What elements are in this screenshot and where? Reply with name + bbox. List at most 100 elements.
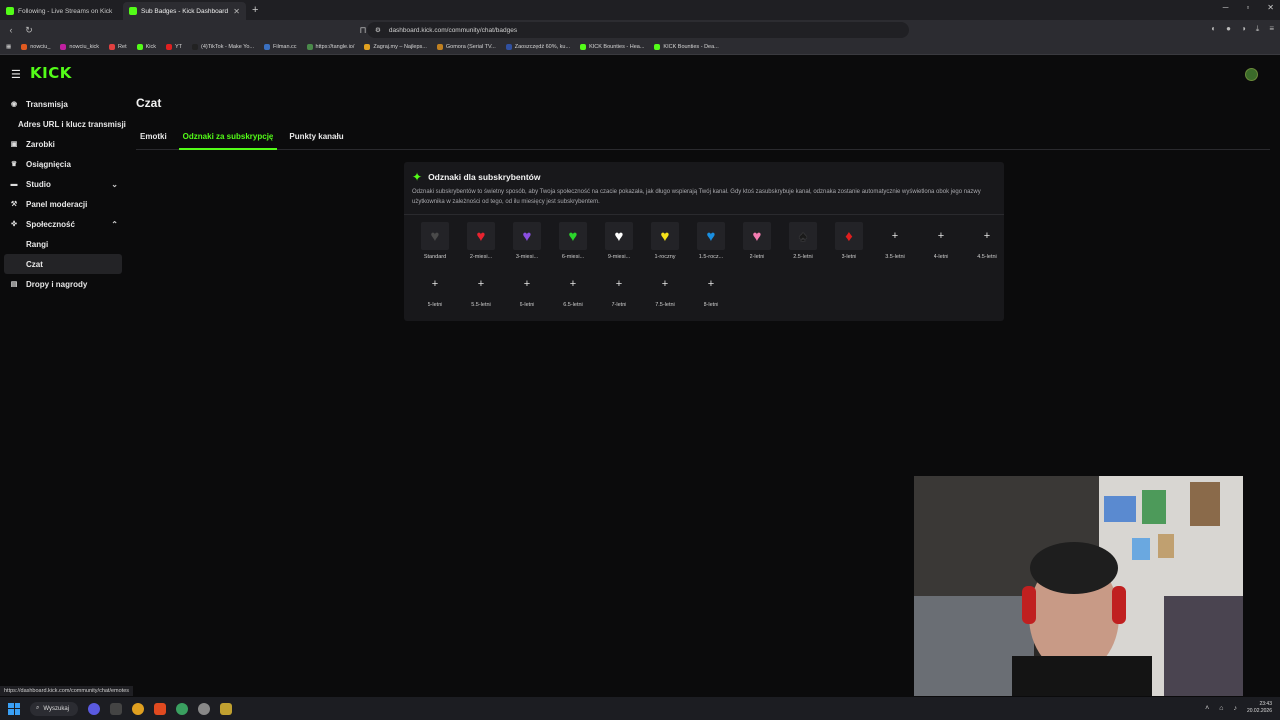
browser-tab-sub-badges[interactable]: Sub Badges - Kick Dashboard ✕ bbox=[123, 2, 246, 20]
bookmark-item[interactable]: nowciu_ bbox=[21, 44, 50, 50]
badge-slot[interactable]: +4.5-letni bbox=[964, 222, 1010, 260]
file-explorer-icon[interactable] bbox=[110, 702, 122, 715]
sidebar-item-panel[interactable]: ⚒ Panel moderacji bbox=[0, 194, 130, 214]
bookmark-item[interactable]: KICK Bounties - Hea... bbox=[580, 44, 644, 50]
bookmark-item[interactable]: Zagraj.my – Najleps... bbox=[364, 44, 427, 50]
badge-slot[interactable]: +4-letni bbox=[918, 222, 964, 260]
reload-icon[interactable]: ↻ bbox=[22, 25, 36, 36]
minimize-icon[interactable]: ─ bbox=[1223, 3, 1229, 12]
back-icon[interactable]: ‹ bbox=[4, 25, 18, 35]
extension-icon[interactable]: ● bbox=[1226, 24, 1231, 34]
bookmark-item[interactable]: (4)TikTok - Make Yo... bbox=[192, 44, 254, 50]
badge-icon[interactable]: ♠ bbox=[789, 222, 817, 250]
discord-icon[interactable] bbox=[88, 702, 100, 715]
taskbar-search[interactable]: ⌕ Wyszukaj bbox=[30, 701, 78, 716]
sidebar-item-studio[interactable]: ▬ Studio ⌄ bbox=[0, 174, 130, 194]
sidebar-item-rangi[interactable]: Rangi bbox=[0, 234, 130, 254]
browser-tab-following[interactable]: Following - Live Streams on Kick bbox=[0, 2, 123, 20]
bookmark-item[interactable]: https://tangle.io/ bbox=[306, 44, 354, 50]
badge-slot[interactable]: ♥ 9-miesi... bbox=[596, 222, 642, 260]
add-badge-icon[interactable]: + bbox=[513, 270, 541, 298]
apps-grid-icon[interactable]: ▦ bbox=[6, 44, 11, 50]
bookmark-item[interactable]: Gomora (Serial TV... bbox=[436, 44, 496, 50]
add-badge-icon[interactable]: + bbox=[973, 222, 1001, 250]
add-badge-icon[interactable]: + bbox=[605, 270, 633, 298]
tab-odznaki[interactable]: Odznaki za subskrypcję bbox=[178, 132, 278, 150]
sidebar-item-spoecznosc[interactable]: ✜ Społeczność ⌃ bbox=[0, 214, 130, 234]
bookmark-item[interactable]: Filman.cc bbox=[264, 44, 297, 50]
tab-emotki[interactable]: Emotki bbox=[136, 132, 171, 150]
app-icon[interactable] bbox=[176, 702, 188, 715]
bookmark-item[interactable]: nowciu_kick bbox=[60, 44, 99, 50]
add-badge-icon[interactable]: + bbox=[697, 270, 725, 298]
site-info-icon[interactable]: ⚙ bbox=[375, 26, 381, 34]
restore-icon[interactable]: ▫ bbox=[1246, 3, 1249, 12]
badge-icon[interactable]: ♦ bbox=[835, 222, 863, 250]
close-tab-icon[interactable]: ✕ bbox=[233, 7, 240, 16]
download-icon[interactable]: ⤓ bbox=[1256, 24, 1260, 34]
add-badge-icon[interactable]: + bbox=[559, 270, 587, 298]
sidebar-item-zarobki[interactable]: ▣ Zarobki bbox=[0, 134, 130, 154]
avatar[interactable] bbox=[1245, 68, 1258, 81]
badge-slot[interactable]: ♦ 3-letni bbox=[826, 222, 872, 260]
badge-slot[interactable]: +7-letni bbox=[596, 270, 642, 308]
chevron-up-icon[interactable]: ⌃ bbox=[111, 220, 118, 229]
app-icon[interactable] bbox=[198, 702, 210, 715]
badge-icon[interactable]: ♥ bbox=[421, 222, 449, 250]
badge-slot[interactable]: ♥ Standard bbox=[412, 222, 458, 260]
add-badge-icon[interactable]: + bbox=[467, 270, 495, 298]
add-badge-icon[interactable]: + bbox=[421, 270, 449, 298]
brave-icon[interactable] bbox=[154, 702, 166, 715]
badge-slot[interactable]: +8-letni bbox=[688, 270, 734, 308]
bookmark-item[interactable]: KICK Bounties - Dea... bbox=[654, 44, 719, 50]
chevron-down-icon[interactable]: ⌄ bbox=[111, 180, 118, 189]
badge-slot[interactable]: +3.5-letni bbox=[872, 222, 918, 260]
volume-icon[interactable]: ♪ bbox=[1233, 705, 1237, 712]
hamburger-menu-icon[interactable]: ☰ bbox=[11, 68, 21, 81]
badge-slot[interactable]: +5-letni bbox=[412, 270, 458, 308]
badge-slot[interactable]: ♥ 6-miesi... bbox=[550, 222, 596, 260]
sidebar-item-czat[interactable]: Czat bbox=[4, 254, 122, 274]
bookmark-item[interactable]: Zaoszczędź 60%, ku... bbox=[505, 44, 570, 50]
badge-slot[interactable]: ♥ 1.5-rocz... bbox=[688, 222, 734, 260]
badge-icon[interactable]: ♥ bbox=[513, 222, 541, 250]
badge-icon[interactable]: ♥ bbox=[651, 222, 679, 250]
badge-slot[interactable]: ♥ 3-miesi... bbox=[504, 222, 550, 260]
badge-icon[interactable]: ♥ bbox=[743, 222, 771, 250]
badge-slot[interactable]: +6-letni bbox=[504, 270, 550, 308]
chevron-up-icon[interactable]: ˄ bbox=[1205, 705, 1209, 712]
badge-slot[interactable]: +5.5-letni bbox=[458, 270, 504, 308]
sidebar-item-osiagniecia[interactable]: ♛ Osiągnięcia bbox=[0, 154, 130, 174]
bookmark-item[interactable]: YT bbox=[166, 44, 182, 50]
sidebar-item-dropy[interactable]: ▤ Dropy i nagrody bbox=[0, 274, 130, 294]
network-icon[interactable]: ⌂ bbox=[1219, 705, 1223, 712]
sidebar-item-adres[interactable]: Adres URL i klucz transmisji bbox=[0, 114, 130, 134]
badge-slot[interactable]: +7.5-letni bbox=[642, 270, 688, 308]
address-bar[interactable]: ⚙ dashboard.kick.com/community/chat/badg… bbox=[367, 22, 909, 38]
new-tab-button[interactable]: + bbox=[252, 4, 258, 16]
add-badge-icon[interactable]: + bbox=[651, 270, 679, 298]
app-icon[interactable] bbox=[220, 702, 232, 715]
badge-icon[interactable]: ♥ bbox=[605, 222, 633, 250]
add-badge-icon[interactable]: + bbox=[881, 222, 909, 250]
extension-icon[interactable]: ◐ bbox=[1211, 24, 1216, 34]
extension-icon[interactable]: ◑ bbox=[1241, 24, 1246, 34]
badge-slot[interactable]: ♠ 2.5-letni bbox=[780, 222, 826, 260]
kick-logo[interactable]: KICK bbox=[30, 64, 72, 82]
badge-slot[interactable]: ♥ 2-miesi... bbox=[458, 222, 504, 260]
badge-icon[interactable]: ♥ bbox=[697, 222, 725, 250]
chrome-icon[interactable] bbox=[132, 702, 144, 715]
sidebar-item-transmisja[interactable]: ◉ Transmisja bbox=[0, 94, 130, 114]
bookmark-item[interactable]: Kick bbox=[136, 44, 156, 50]
badge-slot[interactable]: ♥ 2-letni bbox=[734, 222, 780, 260]
bookmark-item[interactable]: Ret bbox=[109, 44, 127, 50]
windows-start-icon[interactable] bbox=[8, 702, 20, 715]
badge-icon[interactable]: ♥ bbox=[559, 222, 587, 250]
add-badge-icon[interactable]: + bbox=[927, 222, 955, 250]
close-window-icon[interactable]: ✕ bbox=[1267, 3, 1274, 12]
clock[interactable]: 23:43 20.02.2026 bbox=[1247, 701, 1272, 715]
menu-icon[interactable]: ≡ bbox=[1269, 24, 1274, 34]
badge-icon[interactable]: ♥ bbox=[467, 222, 495, 250]
tab-punkty-kanalu[interactable]: Punkty kanału bbox=[285, 132, 347, 150]
badge-slot[interactable]: ♥ 1-roczny bbox=[642, 222, 688, 260]
